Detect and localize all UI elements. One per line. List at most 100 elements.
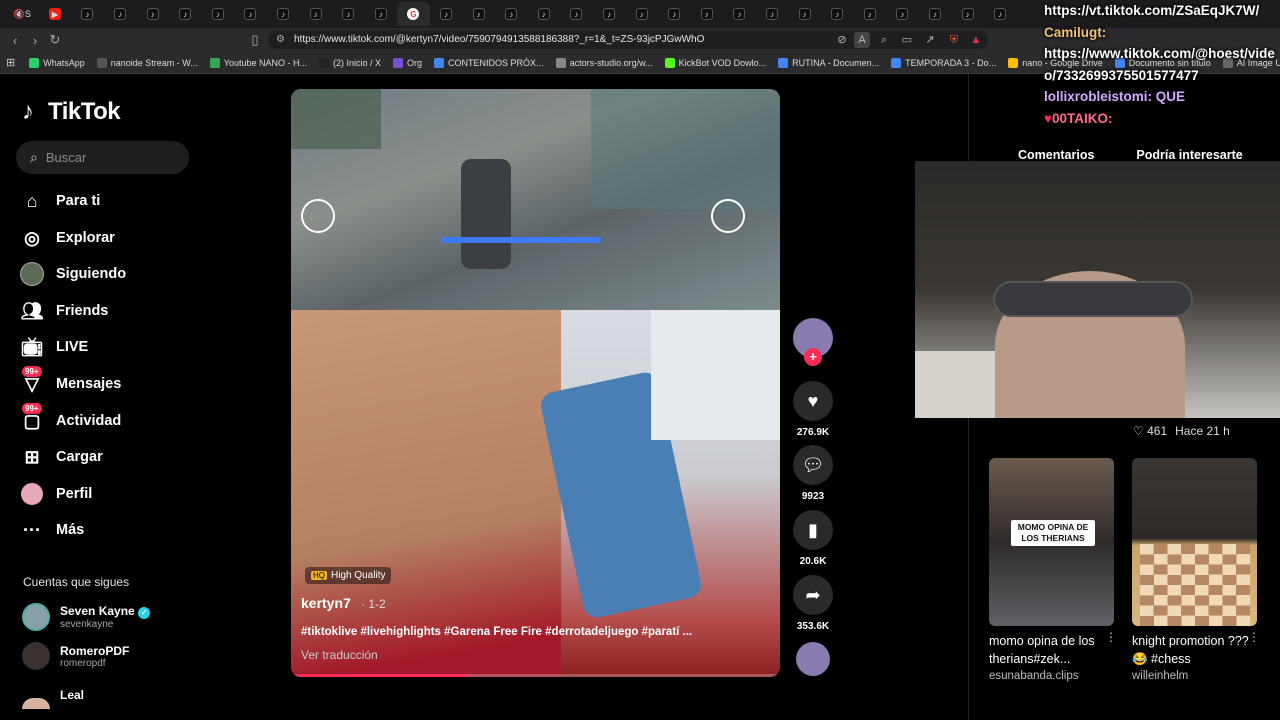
brave-shield-icon[interactable]: ⛨: [946, 32, 962, 48]
brand-name: TikTok: [48, 98, 121, 125]
tab-tiktok[interactable]: ♪: [234, 2, 267, 26]
tab-tiktok[interactable]: ♪: [365, 2, 398, 26]
follow-plus-icon[interactable]: +: [804, 348, 822, 366]
no-camera-icon[interactable]: ⊘: [834, 32, 850, 48]
sidebar-item-friends[interactable]: 👥︎ Friends: [20, 299, 109, 323]
sidebar-item-perfil[interactable]: Perfil: [20, 482, 92, 506]
creator-avatar-button[interactable]: +: [792, 318, 834, 366]
tab-tiktok[interactable]: ♪: [756, 2, 789, 26]
tab-tiktok[interactable]: ♪: [430, 2, 463, 26]
sidebar-item-para-ti[interactable]: ⌂ Para ti: [20, 189, 101, 213]
tab-tiktok[interactable]: ♪: [267, 2, 300, 26]
sidebar-item-live[interactable]: 📺︎ LIVE: [20, 335, 89, 359]
tab-tiktok[interactable]: ♪: [462, 2, 495, 26]
tab-comentarios[interactable]: Comentarios: [1018, 148, 1094, 162]
tab-tiktok[interactable]: ♪: [821, 2, 854, 26]
share-button[interactable]: ➦ 353.6K: [792, 575, 834, 632]
following-account[interactable]: Leal: [22, 681, 84, 709]
comment-button[interactable]: 💬︎ 9923: [792, 445, 834, 502]
tab-tiktok[interactable]: ♪: [202, 2, 235, 26]
suggested-video-card[interactable]: knight promotion ???😂 #chess willeinhelm…: [1132, 458, 1260, 682]
tab-tiktok[interactable]: ♪: [136, 2, 169, 26]
sidebar-item-mensajes[interactable]: ▽ 99+ Mensajes: [20, 366, 121, 396]
translate-icon[interactable]: A: [854, 32, 870, 48]
bookmark-item[interactable]: KickBot VOD Dowlo...: [664, 57, 766, 68]
sound-avatar-button[interactable]: [792, 642, 834, 676]
sidebar-item-actividad[interactable]: ▢ 99+ Actividad: [20, 403, 121, 433]
bookmark-item[interactable]: RUTINA - Documen...: [778, 57, 879, 68]
rewards-icon[interactable]: ▲: [968, 32, 984, 48]
save-button[interactable]: ▮ 20.6K: [792, 510, 834, 567]
friends-icon: 👥︎: [20, 300, 44, 321]
tab-tiktok[interactable]: ♪: [658, 2, 691, 26]
card-channel[interactable]: willeinhelm: [1132, 670, 1257, 682]
tab-tiktok[interactable]: ♪: [788, 2, 821, 26]
share-icon[interactable]: ↗: [922, 32, 938, 48]
translate-link[interactable]: Ver traducción: [301, 648, 378, 662]
tiktok-logo[interactable]: ♪ TikTok: [22, 98, 121, 126]
tab-tiktok[interactable]: ♪: [951, 2, 984, 26]
card-title: momo opina de los therians#zek...: [989, 634, 1095, 666]
bookmark-item[interactable]: TEMPORADA 3 - Do...: [891, 57, 996, 68]
bookmark-item[interactable]: actors-studio.org/w...: [555, 57, 653, 68]
bookmark-item[interactable]: nanoide Stream - W...: [96, 57, 198, 68]
tab-podria-interesarte[interactable]: Podría interesarte: [1136, 148, 1242, 162]
pip-icon[interactable]: ▭: [899, 32, 915, 48]
tab-tiktok[interactable]: ♪: [169, 2, 202, 26]
tab-tiktok[interactable]: ♪: [528, 2, 561, 26]
tab-tiktok[interactable]: ♪: [886, 2, 919, 26]
tab-tiktok[interactable]: ♪: [332, 2, 365, 26]
tab-tiktok[interactable]: ♪: [625, 2, 658, 26]
avatar: [22, 642, 50, 670]
tab-tiktok[interactable]: ♪: [690, 2, 723, 26]
tab-mute[interactable]: 🔇S: [6, 2, 39, 26]
sidebar-item-explorar[interactable]: ◎ Explorar: [20, 226, 115, 250]
sidebar-item-siguiendo[interactable]: Siguiendo: [20, 262, 126, 286]
bookmark-item[interactable]: Org: [393, 57, 422, 68]
video-player[interactable]: HQ High Quality kertyn7 · 1-2 #tiktokliv…: [291, 89, 780, 677]
following-account[interactable]: Seven Kayne ✓ sevenkayne: [22, 603, 151, 631]
bookmark-item[interactable]: CONTENIDOS PRÓX...: [434, 57, 544, 68]
video-author[interactable]: kertyn7: [301, 595, 351, 611]
tab-tiktok[interactable]: ♪: [104, 2, 137, 26]
bookmark-item[interactable]: (2) Inicio / X: [319, 57, 381, 68]
forward-icon[interactable]: ›: [24, 29, 46, 51]
card-channel[interactable]: esunabanda.clips: [989, 670, 1114, 682]
reload-icon[interactable]: ↻: [44, 29, 66, 51]
profile-avatar: [20, 482, 44, 506]
tab-tiktok[interactable]: ♪: [723, 2, 756, 26]
comment-like-button[interactable]: ♡ 461: [1133, 424, 1167, 438]
tab-tiktok[interactable]: ♪: [853, 2, 886, 26]
avatar: [22, 603, 50, 631]
card-more-icon[interactable]: ⋮: [1248, 630, 1260, 644]
like-button[interactable]: ♥ 276.9K: [792, 381, 834, 438]
site-settings-icon[interactable]: ⚙: [276, 31, 285, 49]
sidebar-item-mas[interactable]: ··· Más: [20, 518, 84, 542]
tab-google[interactable]: G: [397, 2, 430, 26]
tiktok-icon: ♪: [537, 8, 550, 20]
tab-tiktok[interactable]: ♪: [984, 2, 1017, 26]
tab-tiktok[interactable]: ♪: [560, 2, 593, 26]
quality-label: High Quality: [331, 570, 386, 581]
bookmark-icon[interactable]: ▯: [244, 29, 266, 51]
following-account[interactable]: RomeroPDF romeropdf: [22, 642, 129, 670]
video-progress-bar[interactable]: [291, 674, 780, 677]
bookmark-item[interactable]: Youtube NANO - H...: [209, 57, 307, 68]
live-icon: 📺︎: [20, 336, 44, 357]
zoom-icon[interactable]: ⌕: [876, 32, 892, 48]
sidebar-item-cargar[interactable]: ⊞ Cargar: [20, 445, 102, 469]
card-more-icon[interactable]: ⋮: [1105, 630, 1117, 644]
sidebar-item-label: Explorar: [56, 230, 115, 246]
tab-tiktok[interactable]: ♪: [495, 2, 528, 26]
tab-youtube[interactable]: ▶: [39, 2, 72, 26]
suggested-video-card[interactable]: MOMO OPINA DE LOS THERIANS momo opina de…: [989, 458, 1117, 682]
tab-tiktok[interactable]: ♪: [593, 2, 626, 26]
tab-tiktok[interactable]: ♪: [919, 2, 952, 26]
back-icon[interactable]: ‹: [4, 29, 26, 51]
bookmark-item[interactable]: WhatsApp: [29, 57, 85, 68]
apps-icon[interactable]: ⊞: [6, 56, 15, 69]
search-input[interactable]: ⌕ Buscar: [16, 141, 189, 174]
tab-tiktok[interactable]: ♪: [299, 2, 332, 26]
comment-time: Hace 21 h: [1175, 424, 1230, 438]
tab-tiktok[interactable]: ♪: [71, 2, 104, 26]
